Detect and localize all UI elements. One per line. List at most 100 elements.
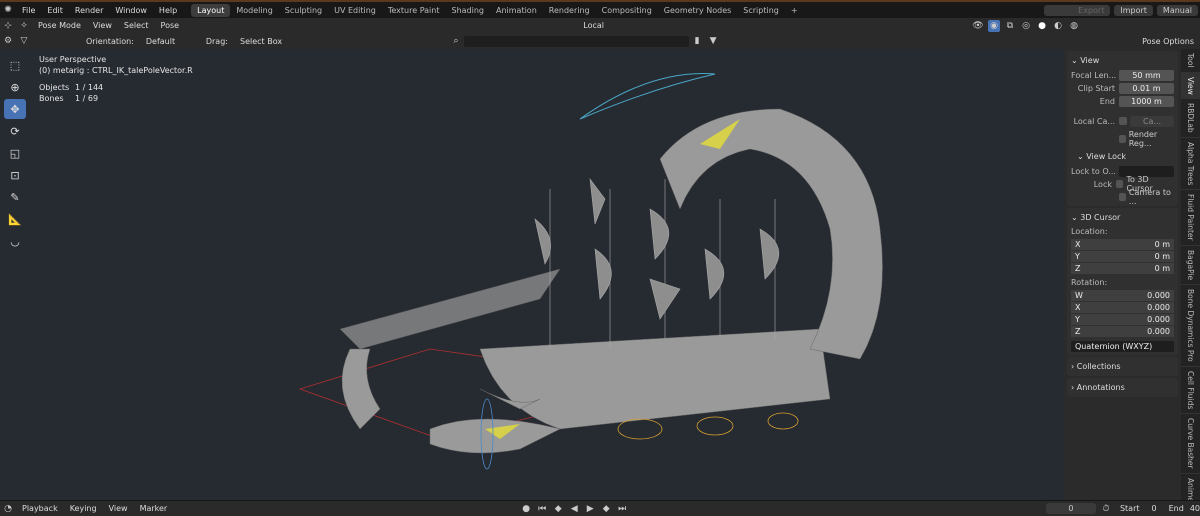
menu-playback[interactable]: Playback [16, 504, 64, 513]
cursor-location-z-field[interactable]: Z 0 m [1071, 262, 1174, 274]
3d-cursor-header[interactable]: ⌄ 3D Cursor [1071, 210, 1174, 225]
next-key-icon[interactable]: ◆ [600, 503, 612, 515]
focal-length-field[interactable]: 50 mm [1119, 69, 1174, 81]
sidebar-tab-alpha-trees[interactable]: Alpha Trees [1181, 138, 1200, 191]
menu-keying[interactable]: Keying [64, 504, 103, 513]
current-frame-field[interactable]: 0 [1045, 503, 1096, 514]
rotation-mode-dropdown[interactable]: Quaternion (WXYZ) [1071, 340, 1174, 352]
play-icon[interactable]: ▶ [584, 503, 596, 515]
menu-edit[interactable]: Edit [41, 6, 69, 15]
rotate-tool-icon[interactable]: ⟳ [4, 121, 26, 141]
tab-sculpting[interactable]: Sculpting [279, 4, 328, 17]
bone-roll-tool-icon[interactable]: ◡ [4, 231, 26, 251]
tab-geometry-nodes[interactable]: Geometry Nodes [658, 4, 737, 17]
start-frame-field[interactable]: 0 [1146, 504, 1163, 513]
record-icon[interactable]: ● [520, 503, 532, 515]
gear-icon[interactable]: ⚙ [2, 35, 14, 47]
sidebar-tab-rbdlab[interactable]: RBDLab [1181, 99, 1200, 139]
editor-type-icon[interactable]: ◔ [2, 503, 14, 515]
menu-pose[interactable]: Pose [155, 21, 186, 30]
local-camera-checkbox[interactable] [1119, 117, 1127, 125]
editor-type-icon[interactable]: ⊹ [2, 20, 14, 32]
local-camera-field[interactable]: Ca... [1130, 115, 1174, 127]
orientation-label: Orientation: [86, 36, 134, 46]
measure-tool-icon[interactable]: 📐 [4, 209, 26, 229]
end-frame-field[interactable]: 40 [1190, 504, 1200, 513]
tab-modeling[interactable]: Modeling [230, 4, 278, 17]
tab-scripting[interactable]: Scripting [737, 4, 785, 17]
filter-icon[interactable]: ▽ [18, 35, 30, 47]
3d-viewport[interactable]: ⬚ ⊕ ✥ ⟳ ◱ ⊡ ✎ 📐 ◡ User Perspective (0) m… [0, 49, 1064, 500]
menu-view[interactable]: View [103, 504, 134, 513]
cursor-location-x-field[interactable]: X 0 m [1071, 238, 1174, 250]
cursor-rotation-y-field[interactable]: Y 0.000 [1071, 313, 1174, 325]
view-lock-header[interactable]: ⌄ View Lock [1071, 149, 1174, 164]
transform-tool-icon[interactable]: ⊡ [4, 165, 26, 185]
scale-tool-icon[interactable]: ◱ [4, 143, 26, 163]
stopwatch-icon[interactable]: ⏱ [1100, 503, 1112, 515]
xray-icon[interactable]: ⧉ [1004, 20, 1016, 32]
render-region-checkbox[interactable] [1119, 135, 1126, 143]
sidebar-tab-bagapie[interactable]: BagaPie [1181, 246, 1200, 286]
cursor-location-y-field[interactable]: Y 0 m [1071, 250, 1174, 262]
cursor-tool-icon[interactable]: ⊕ [4, 77, 26, 97]
menu-help[interactable]: Help [153, 6, 183, 15]
menu-file[interactable]: File [16, 6, 41, 15]
sidebar-tab-fluid-painter[interactable]: Fluid Painter [1181, 190, 1200, 246]
orientation-dropdown[interactable]: Default [140, 37, 200, 46]
tab-animation[interactable]: Animation [490, 4, 543, 17]
sidebar-tab-cell-fluids[interactable]: Cell Fluids [1181, 367, 1200, 415]
drag-dropdown[interactable]: Select Box [234, 37, 288, 46]
annotations-panel[interactable]: › Annotations [1067, 378, 1178, 397]
clip-end-field[interactable]: 1000 m [1119, 95, 1174, 107]
add-workspace-button[interactable]: + [785, 4, 804, 17]
menu-render[interactable]: Render [69, 6, 109, 15]
manual-button[interactable]: Manual [1156, 4, 1198, 16]
pose-options-dropdown[interactable]: Pose Options [1136, 37, 1200, 46]
tab-rendering[interactable]: Rendering [543, 4, 596, 17]
tab-layout[interactable]: Layout [191, 3, 231, 17]
cursor-rotation-w-field[interactable]: W 0.000 [1071, 289, 1174, 301]
search-input[interactable] [464, 35, 690, 47]
menu-window[interactable]: Window [109, 6, 153, 15]
sidebar-tab-view[interactable]: View [1181, 72, 1200, 100]
shading-wireframe-icon[interactable]: ◎ [1020, 20, 1032, 32]
shading-rendered-icon[interactable]: ◍ [1068, 20, 1080, 32]
view-panel-header[interactable]: ⌄ View [1071, 53, 1174, 68]
cursor-rotation-x-field[interactable]: X 0.000 [1071, 301, 1174, 313]
menu-select[interactable]: Select [118, 21, 155, 30]
tab-uv-editing[interactable]: UV Editing [328, 4, 382, 17]
menu-marker[interactable]: Marker [134, 504, 174, 513]
shading-solid-icon[interactable]: ● [1036, 20, 1048, 32]
bookmark-icon[interactable]: ▮ [691, 35, 703, 47]
play-reverse-icon[interactable]: ◀ [568, 503, 580, 515]
lock-to-cursor-checkbox[interactable] [1115, 180, 1124, 188]
clip-start-field[interactable]: 0.01 m [1119, 82, 1174, 94]
jump-start-icon[interactable]: ⏮ [536, 503, 548, 515]
import-button[interactable]: Import [1114, 4, 1153, 16]
tab-texture-paint[interactable]: Texture Paint [382, 4, 446, 17]
sidebar-tab-bone-dynamics-pro[interactable]: Bone Dynamics Pro [1181, 285, 1200, 367]
lock-camera-checkbox[interactable] [1119, 193, 1126, 201]
axis-value: 0.000 [1147, 314, 1170, 324]
tab-shading[interactable]: Shading [445, 4, 490, 17]
transform-pivot-dropdown[interactable]: Local [577, 21, 610, 30]
mode-dropdown[interactable]: Pose Mode [32, 21, 87, 30]
tab-compositing[interactable]: Compositing [596, 4, 658, 17]
sidebar-tab-tool[interactable]: Tool [1181, 49, 1200, 73]
prev-key-icon[interactable]: ◆ [552, 503, 564, 515]
filter-icon[interactable]: ▼ [707, 35, 719, 47]
export-button[interactable]: Export [1044, 4, 1111, 16]
shading-material-icon[interactable]: ◐ [1052, 20, 1064, 32]
annotate-tool-icon[interactable]: ✎ [4, 187, 26, 207]
select-box-tool-icon[interactable]: ⬚ [4, 55, 26, 75]
move-tool-icon[interactable]: ✥ [4, 99, 26, 119]
menu-view[interactable]: View [87, 21, 118, 30]
collections-panel[interactable]: › Collections [1067, 357, 1178, 376]
jump-end-icon[interactable]: ⏭ [616, 503, 628, 515]
sidebar-tab-curve-basher[interactable]: Curve Basher [1181, 414, 1200, 474]
cursor-rotation-z-field[interactable]: Z 0.000 [1071, 325, 1174, 337]
gizmo-icon[interactable]: ◉ [988, 19, 1000, 32]
blender-logo-icon[interactable]: ✺ [2, 4, 14, 16]
visibility-icon[interactable]: 👁 [972, 20, 984, 32]
